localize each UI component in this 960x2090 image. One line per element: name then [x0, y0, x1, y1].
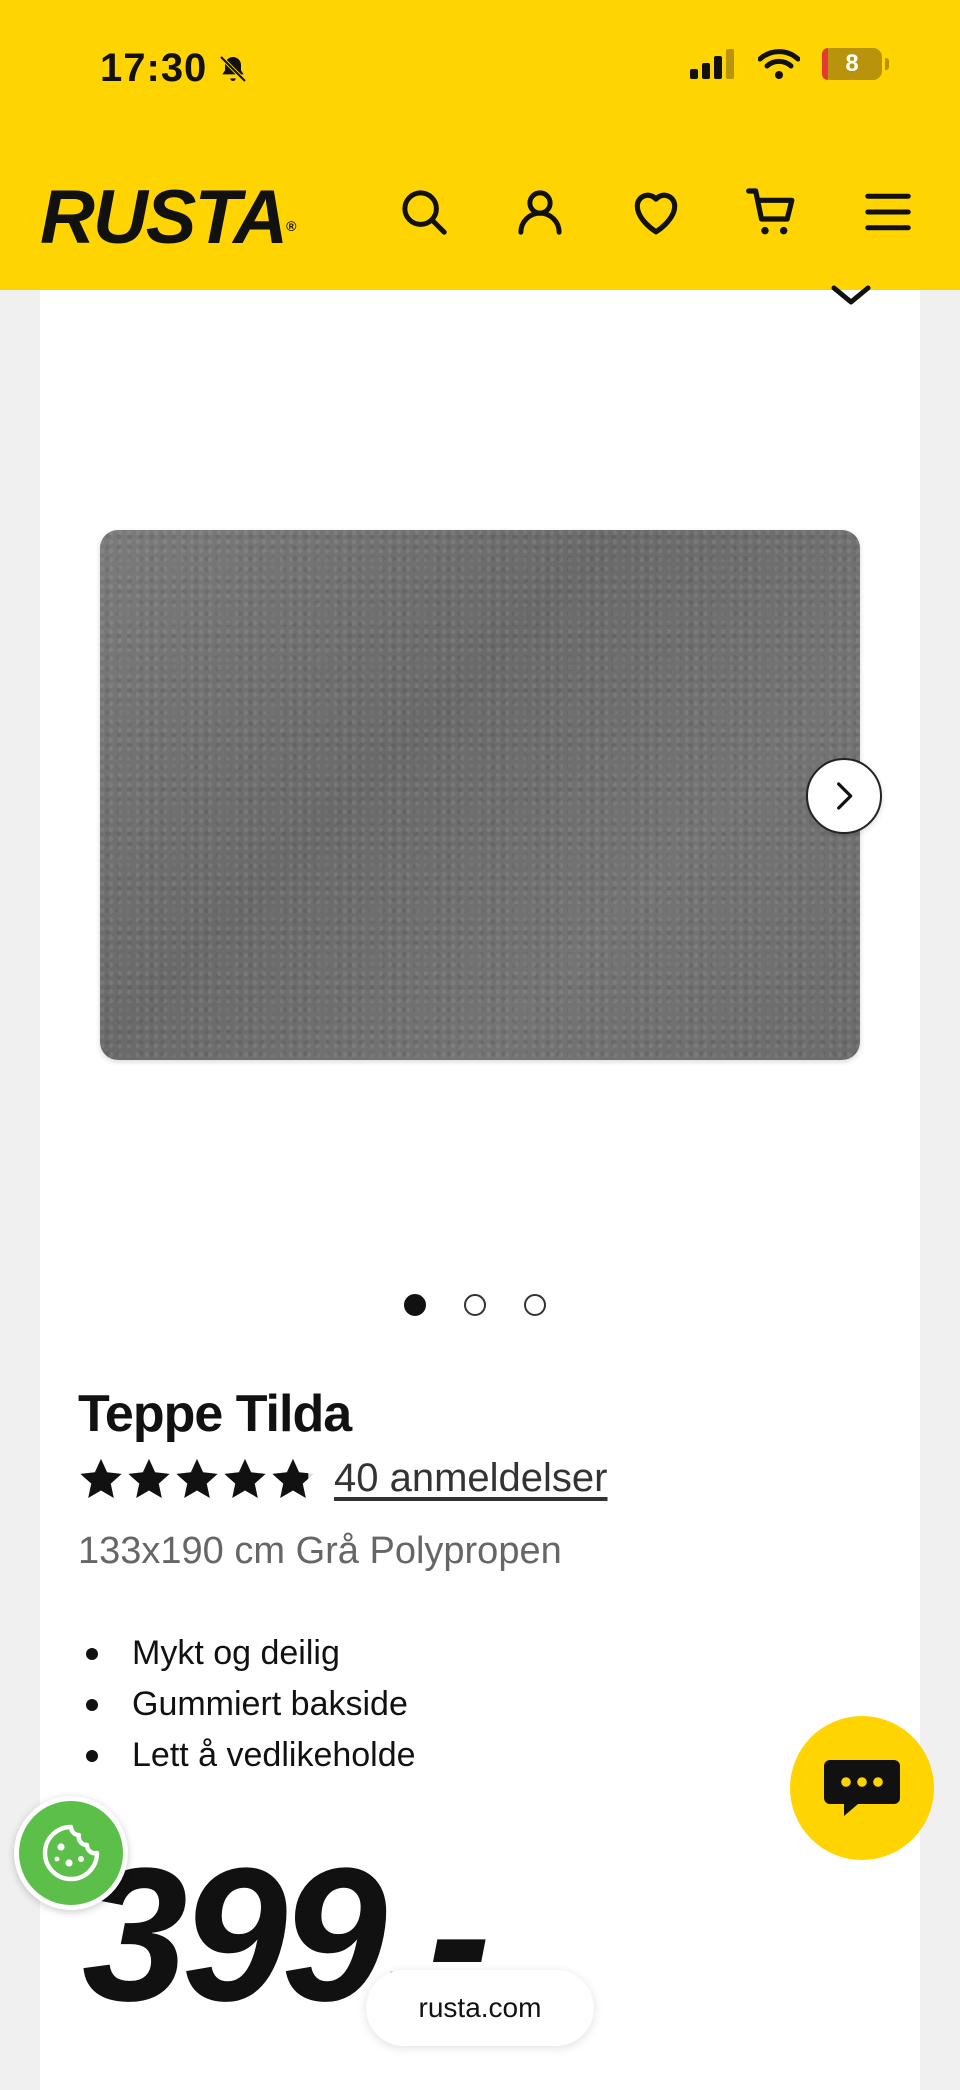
menu-button[interactable] — [858, 182, 918, 242]
account-button[interactable] — [510, 182, 570, 242]
top-header: 17:30 8 RUSTA® — [0, 0, 960, 290]
search-icon — [402, 190, 447, 235]
registered-mark: ® — [286, 218, 296, 234]
product-title: Teppe Tilda — [78, 1385, 352, 1443]
search-button[interactable] — [394, 182, 454, 242]
heart-icon — [634, 192, 678, 235]
carousel-dot-3[interactable] — [524, 1294, 546, 1316]
status-time: 17:30 — [100, 46, 249, 91]
battery-level: 8 — [845, 50, 859, 77]
carousel-dot-2[interactable] — [464, 1294, 486, 1316]
browser-url-bar[interactable]: rusta.com — [366, 1970, 594, 2046]
reviews-link[interactable]: 40 anmeldelser — [334, 1456, 608, 1501]
wishlist-button[interactable] — [626, 182, 686, 242]
rating-stars — [78, 1457, 316, 1501]
star-icon — [128, 1458, 170, 1498]
chat-icon — [824, 1760, 900, 1816]
wifi-icon — [758, 49, 800, 79]
logo-text: RUSTA — [40, 175, 288, 260]
silent-bell-icon — [219, 55, 247, 82]
star-icon — [176, 1458, 218, 1498]
cart-icon — [746, 188, 795, 235]
carousel-pagination — [404, 1294, 546, 1316]
product-features: Mykt og deilig Gummiert bakside Lett å v… — [78, 1628, 416, 1781]
chevron-down-icon[interactable] — [828, 282, 874, 308]
clock-label: 17:30 — [100, 46, 208, 90]
battery-indicator: 8 — [822, 48, 889, 80]
url-text: rusta.com — [418, 1992, 542, 2023]
feature-item: Mykt og deilig — [78, 1628, 416, 1679]
chat-button[interactable] — [790, 1716, 934, 1860]
rusta-logo[interactable]: RUSTA® — [40, 175, 297, 260]
cookie-settings-button[interactable] — [14, 1796, 128, 1910]
account-icon — [518, 190, 562, 235]
signal-icon — [690, 49, 734, 79]
chevron-right-icon — [837, 782, 853, 810]
header-nav — [394, 182, 918, 242]
carousel-dot-1[interactable] — [404, 1294, 426, 1316]
product-rating: 40 anmeldelser — [78, 1456, 608, 1501]
star-icon — [80, 1458, 122, 1498]
next-image-button[interactable] — [806, 758, 882, 834]
star-partial-icon — [272, 1458, 314, 1498]
status-indicators: 8 — [690, 48, 889, 80]
feature-item: Gummiert bakside — [78, 1679, 416, 1730]
cookie-icon — [42, 1824, 100, 1882]
feature-item: Lett å vedlikeholde — [78, 1730, 416, 1781]
star-icon — [224, 1458, 266, 1498]
cart-button[interactable] — [742, 182, 802, 242]
product-subtitle: 133x190 cm Grå Polypropen — [78, 1530, 562, 1572]
product-image[interactable] — [100, 530, 860, 1060]
menu-icon — [865, 193, 911, 231]
